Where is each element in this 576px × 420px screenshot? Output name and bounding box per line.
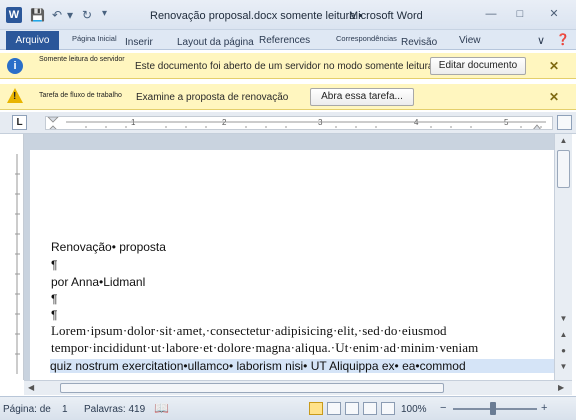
vertical-scroll-thumb[interactable] (557, 150, 570, 188)
title-bar: W 💾 ↶ ▾ ↻ ▾ Renovação proposal.docx some… (0, 0, 576, 30)
doc-author-line[interactable]: por Anna•Lidmanl (51, 275, 145, 289)
redo-icon[interactable]: ↻ (82, 8, 92, 22)
tab-file[interactable]: Arquivo (6, 31, 59, 50)
browse-object-icon[interactable]: ● (557, 346, 570, 358)
tab-insert[interactable]: Inserir (125, 37, 153, 48)
view-ruler-icon[interactable] (557, 115, 572, 130)
word-count[interactable]: Palavras: 419 (84, 404, 145, 415)
doc-title-line[interactable]: Renovação• proposta (51, 240, 166, 254)
warning-icon: ! (7, 88, 23, 103)
minimize-icon[interactable]: — (480, 7, 502, 23)
full-screen-reading-icon[interactable] (327, 402, 341, 415)
maximize-icon[interactable]: □ (509, 7, 531, 23)
scroll-right-icon[interactable]: ▶ (558, 383, 564, 392)
info-icon: i (7, 58, 23, 74)
close-message-icon[interactable]: ✕ (549, 90, 559, 104)
document-title: Renovação proposal.docx somente leitura … (150, 10, 363, 22)
tab-references[interactable]: References (259, 35, 310, 46)
undo-icon[interactable]: ↶ (52, 8, 62, 22)
tab-review[interactable]: Revisão (401, 37, 437, 48)
message-bar-read-only: i Somente leitura do servidor Este docum… (0, 53, 576, 79)
edit-document-button[interactable]: Editar documento (430, 57, 526, 75)
horizontal-scrollbar[interactable]: ◀ ▶ (24, 380, 572, 395)
message-text: Examine a proposta de renovação (136, 92, 289, 103)
message-label: Somente leitura do servidor (39, 56, 125, 63)
undo-dropdown-icon[interactable]: ▾ (67, 8, 73, 22)
horizontal-ruler[interactable]: 1 2 3 4 5 (45, 116, 553, 130)
scroll-up-icon[interactable]: ▲ (557, 136, 570, 148)
word-app-icon[interactable]: W (6, 7, 22, 23)
message-text: Este documento foi aberto de um servidor… (135, 61, 437, 72)
outline-view-icon[interactable] (363, 402, 377, 415)
next-page-icon[interactable]: ▼ (557, 362, 570, 374)
status-bar: Página: de 1 Palavras: 419 📖 100% − + (0, 396, 576, 420)
ribbon-collapse-icon[interactable]: ∨ (537, 34, 545, 47)
zoom-out-icon[interactable]: − (440, 402, 446, 414)
selected-text-line[interactable]: quiz nostrum exercitation•ullamco• labor… (50, 359, 554, 373)
document-page[interactable]: Renovação• proposta ¶ por Anna•Lidmanl ¶… (30, 150, 554, 380)
tab-home[interactable]: Página Inicial (72, 34, 117, 43)
save-icon[interactable]: 💾 (30, 8, 45, 22)
zoom-in-icon[interactable]: + (541, 402, 547, 414)
paragraph-mark[interactable]: ¶ (51, 308, 57, 322)
paragraph-mark[interactable]: ¶ (51, 292, 57, 306)
web-layout-icon[interactable] (345, 402, 359, 415)
horizontal-scroll-thumb[interactable] (60, 383, 444, 393)
draft-view-icon[interactable] (381, 402, 395, 415)
vertical-scrollbar[interactable]: ▲ ▼ ▲ ● ▼ (554, 134, 572, 380)
print-layout-view-icon[interactable] (309, 402, 323, 415)
proofing-icon[interactable]: 📖 (154, 401, 169, 415)
scroll-left-icon[interactable]: ◀ (28, 383, 34, 392)
customize-qat-icon[interactable]: ▾ (102, 8, 107, 19)
page-count-label[interactable]: Página: de (3, 404, 51, 415)
message-bar-workflow: ! Tarefa de fluxo de trabalho Examine a … (0, 84, 576, 110)
vertical-ruler-ticks (15, 154, 20, 374)
message-label: Tarefa de fluxo de trabalho (39, 92, 122, 99)
zoom-slider-thumb[interactable] (490, 402, 496, 415)
tab-selector-button[interactable]: L (12, 115, 27, 130)
body-text-line[interactable]: Lorem·ipsum·dolor·sit·amet,·consectetur·… (51, 323, 447, 339)
page-count-value[interactable]: 1 (62, 404, 68, 415)
close-icon[interactable]: ✕ (543, 7, 565, 23)
close-message-icon[interactable]: ✕ (549, 59, 559, 73)
ruler-ticks (47, 117, 546, 129)
scroll-down-icon[interactable]: ▼ (557, 314, 570, 326)
app-name: Microsoft Word (349, 10, 423, 22)
paragraph-mark[interactable]: ¶ (51, 258, 57, 272)
body-text-line[interactable]: tempor·incididunt·ut·labore·et·dolore·ma… (51, 340, 478, 356)
tab-page-layout[interactable]: Layout da página (177, 37, 254, 48)
tab-mailings[interactable]: Correspondências (336, 34, 397, 43)
open-task-button[interactable]: Abra essa tarefa... (310, 88, 414, 106)
tab-view[interactable]: View (459, 35, 481, 46)
zoom-level[interactable]: 100% (401, 404, 427, 415)
vertical-ruler[interactable] (11, 134, 24, 380)
document-canvas[interactable]: Renovação• proposta ¶ por Anna•Lidmanl ¶… (24, 134, 554, 380)
ruler-row: L 1 2 3 4 5 (0, 112, 576, 134)
previous-page-icon[interactable]: ▲ (557, 330, 570, 342)
help-icon[interactable]: ❓ (556, 33, 570, 46)
